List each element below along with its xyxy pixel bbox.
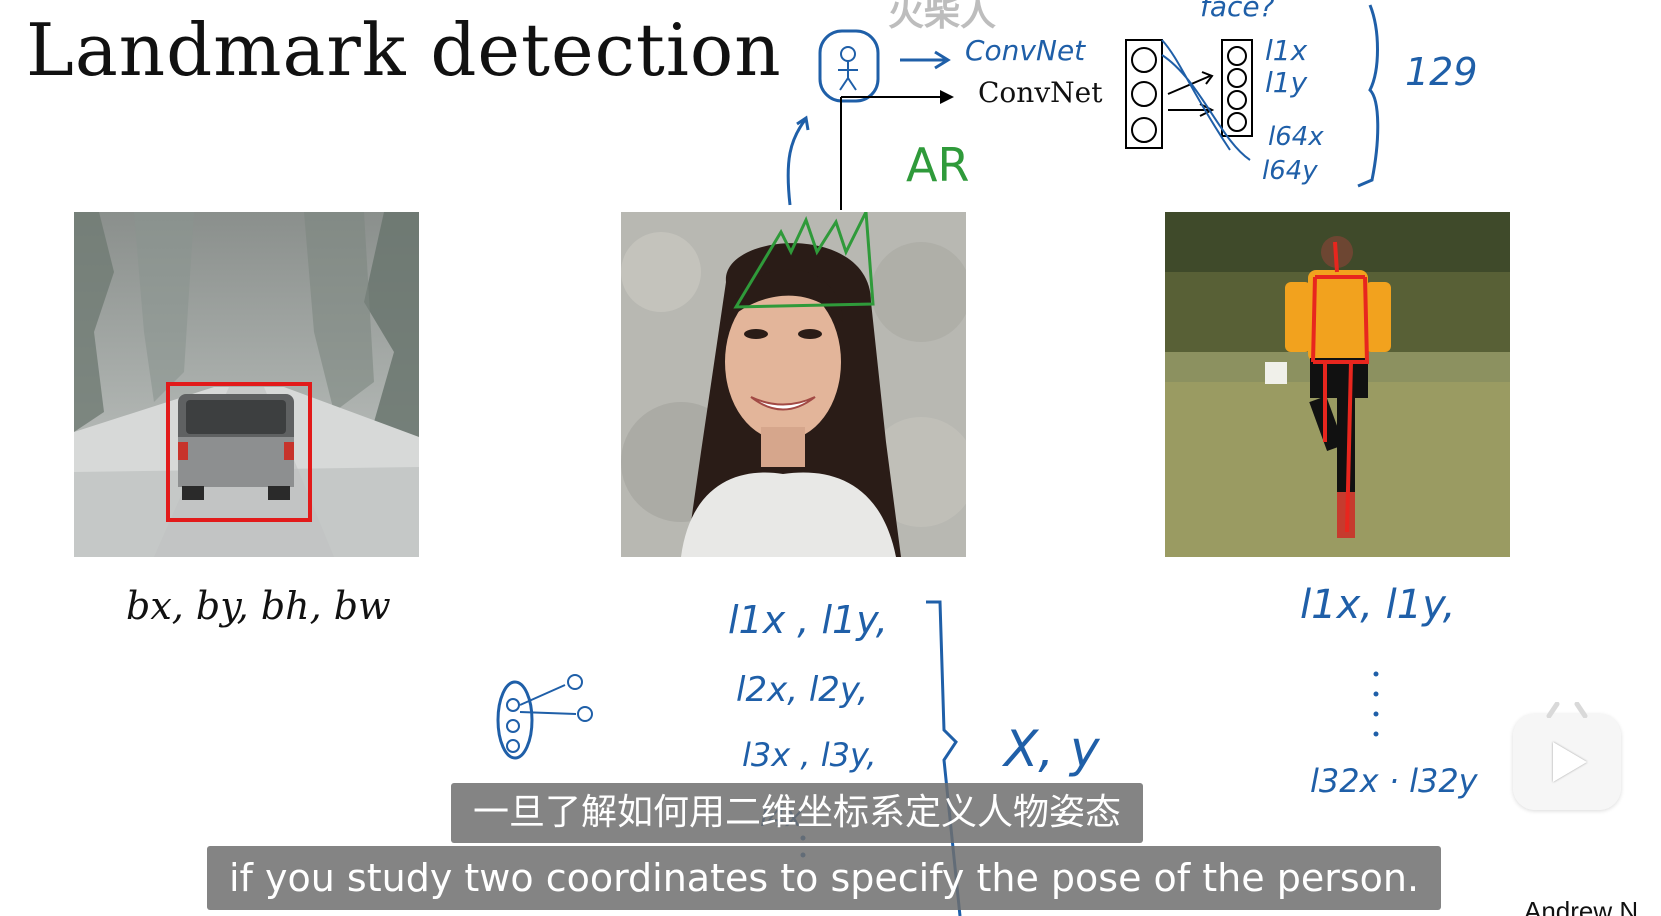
hw-out-1y: l1y — [1265, 66, 1308, 99]
hw-convnet: ConvNet — [965, 34, 1086, 67]
car-image — [74, 212, 419, 557]
hw-xy: X, y — [1004, 720, 1100, 778]
subtitle-cn: 一旦了解如何用二维坐标系定义人物姿态 — [451, 783, 1144, 843]
hw-face-row1: l1x , l1y, — [728, 598, 888, 642]
convnet-label: ConvNet — [978, 76, 1103, 109]
play-button[interactable] — [1513, 702, 1621, 810]
hw-count: 129 — [1405, 50, 1478, 94]
hw-face-row2: l2x, l2y, — [736, 670, 869, 710]
hw-ar: AR — [906, 138, 970, 192]
hw-face-row3: l3x , l3y, — [742, 736, 877, 774]
player-image — [1165, 212, 1510, 557]
video-frame: Landmark detection 火柴人 ConvNet bx, by, b… — [0, 0, 1661, 916]
subtitle-en: if you study two coordinates to specify … — [207, 846, 1442, 910]
play-icon — [1553, 742, 1587, 782]
face-image — [621, 212, 966, 557]
slide-title: Landmark detection — [26, 8, 782, 92]
hw-pose-row1: l1x, l1y, — [1300, 582, 1456, 628]
hw-out-1x: l1x — [1265, 34, 1308, 67]
hw-out-64x: l64x — [1268, 122, 1324, 152]
top-caption-cn: 火柴人 — [888, 0, 997, 34]
author-name: Andrew N — [1524, 896, 1639, 916]
hw-out-64y: l64y — [1262, 156, 1318, 186]
hw-face: face? — [1200, 0, 1275, 23]
hw-pose-last: l32x · l32y — [1310, 762, 1478, 800]
bilibili-ears-icon — [1546, 702, 1588, 718]
bbox-formula: bx, by, bh, bw — [126, 584, 391, 628]
